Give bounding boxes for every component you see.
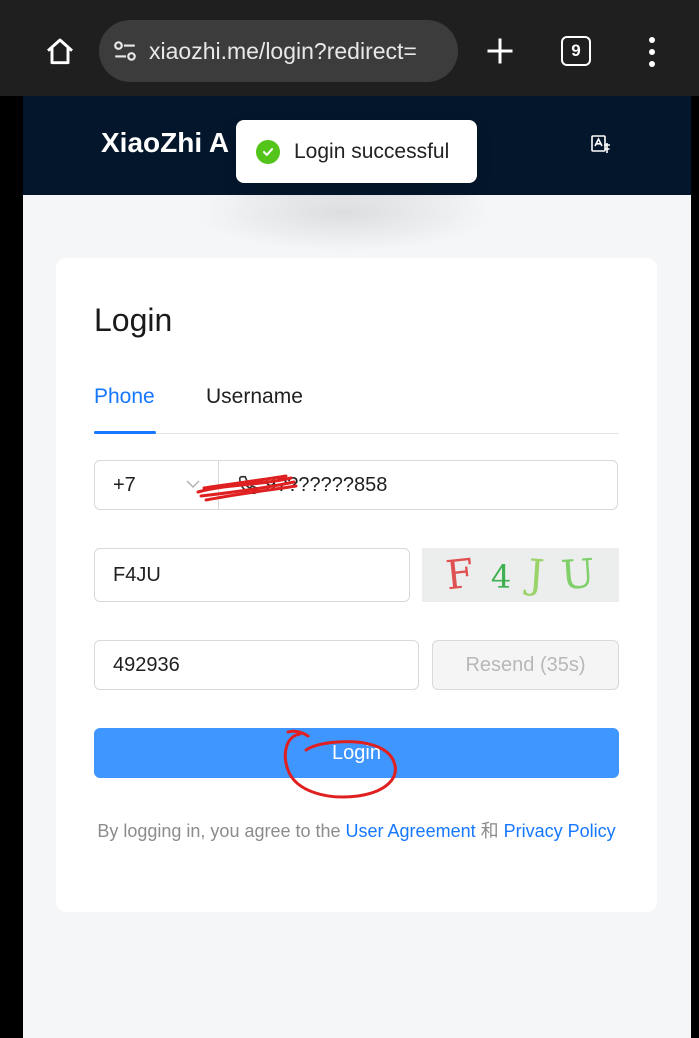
new-tab-icon: [487, 38, 513, 64]
web-page: XiaoZhi A Login successful Login Phone U: [23, 96, 691, 1038]
login-title: Login: [94, 302, 173, 338]
phone-value: 9???????858: [265, 473, 388, 496]
active-tab-indicator: [94, 431, 156, 434]
success-check-icon: [256, 139, 280, 164]
site-title[interactable]: XiaoZhi A: [101, 127, 229, 159]
site-settings-icon[interactable]: [111, 37, 139, 65]
toast-shadow: [195, 172, 495, 252]
language-button[interactable]: [589, 133, 613, 157]
captcha-char: J: [526, 551, 546, 599]
phone-field-group: +7 9???????858: [94, 460, 618, 510]
privacy-policy-link[interactable]: Privacy Policy: [504, 821, 616, 841]
phone-input[interactable]: 9???????858: [219, 461, 617, 509]
chevron-down-icon: [186, 480, 200, 488]
verification-code-input[interactable]: 492936: [94, 640, 419, 690]
captcha-input[interactable]: F4JU: [94, 548, 410, 602]
tab-username[interactable]: Username: [206, 385, 303, 409]
url-text: xiaozhi.me/login?redirect=: [149, 37, 417, 64]
screen: xiaozhi.me/login?redirect= 9 XiaoZhi A L…: [0, 0, 699, 1038]
resend-code-button[interactable]: Resend (35s): [432, 640, 619, 690]
more-menu-icon[interactable]: [640, 34, 664, 70]
agreement-prefix: By logging in, you agree to the: [97, 821, 346, 841]
home-button[interactable]: [38, 30, 82, 74]
captcha-image[interactable]: F 4 J U: [422, 548, 619, 602]
translate-icon: [591, 135, 610, 153]
user-agreement-link[interactable]: User Agreement: [346, 821, 476, 841]
agreement-conjunction: 和: [475, 821, 504, 841]
home-icon: [47, 38, 73, 65]
country-code-select[interactable]: +7: [95, 461, 219, 509]
tab-switcher-button[interactable]: 9: [561, 36, 591, 66]
agreement-text: By logging in, you agree to the User Agr…: [94, 816, 619, 846]
tabs-divider: [94, 433, 619, 434]
toast-message: Login successful: [236, 120, 477, 183]
new-tab-button[interactable]: [480, 30, 520, 72]
toast-text: Login successful: [294, 139, 450, 163]
captcha-char: 4: [490, 558, 512, 596]
tab-phone[interactable]: Phone: [94, 385, 155, 409]
login-button[interactable]: Login: [94, 728, 619, 778]
captcha-char: F: [444, 550, 477, 600]
phone-icon: [238, 475, 258, 495]
captcha-char: U: [559, 550, 597, 600]
country-code-value: +7: [113, 473, 136, 496]
browser-toolbar: xiaozhi.me/login?redirect= 9: [0, 0, 699, 96]
address-bar[interactable]: xiaozhi.me/login?redirect=: [99, 20, 458, 82]
login-card: Login Phone Username +7 9???????858 F4JU…: [56, 258, 657, 912]
